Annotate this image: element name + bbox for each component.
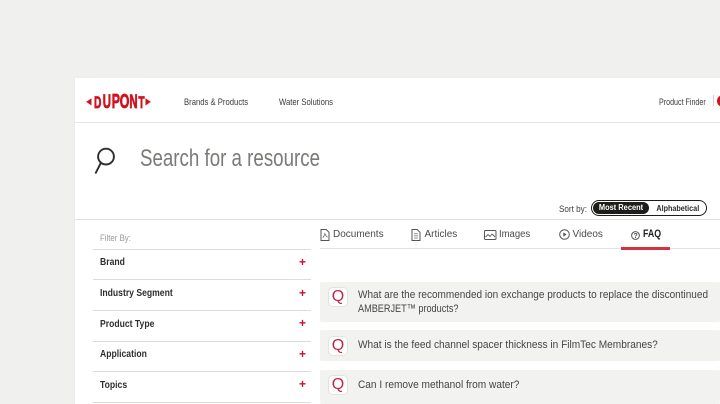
svg-text:DUPONT: DUPONT xyxy=(94,92,145,112)
svg-text:?: ? xyxy=(633,233,637,240)
